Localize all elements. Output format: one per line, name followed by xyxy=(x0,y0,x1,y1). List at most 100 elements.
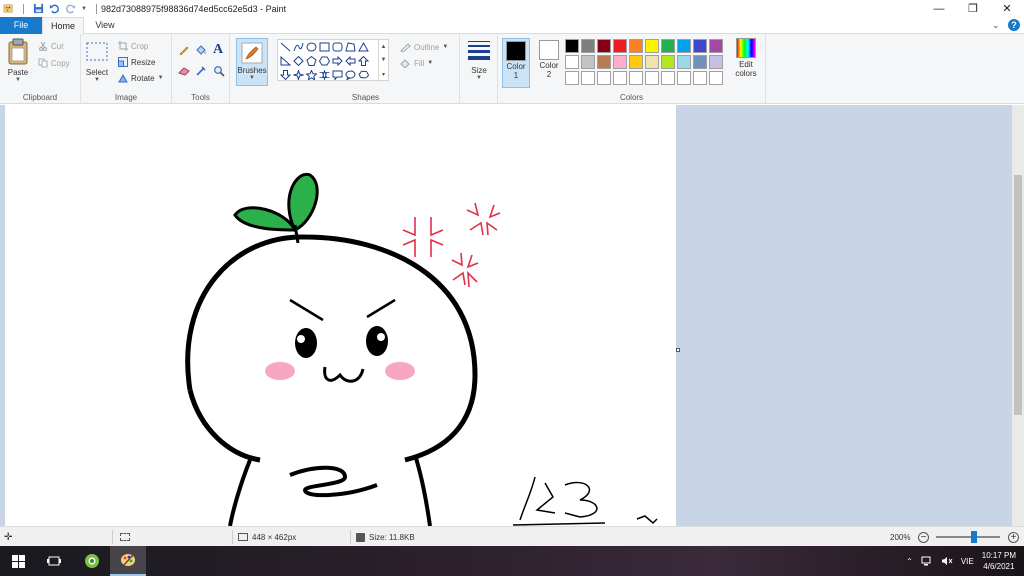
pentagon-shape-icon[interactable] xyxy=(306,56,317,66)
input-language-indicator[interactable]: VIE xyxy=(961,557,974,566)
line-shape-icon[interactable] xyxy=(280,42,291,52)
close-button[interactable]: ✕ xyxy=(990,0,1024,17)
rectangular-callout-shape-icon[interactable] xyxy=(332,70,343,80)
shapes-more-icon[interactable]: ▾ xyxy=(382,71,385,78)
palette-color-swatch[interactable] xyxy=(677,71,691,85)
cut-button[interactable]: Cut xyxy=(38,41,63,51)
palette-color-swatch[interactable] xyxy=(645,39,659,53)
zoom-slider-thumb[interactable] xyxy=(971,531,977,543)
collapse-ribbon-chevron-icon[interactable]: ⌄ xyxy=(992,20,1002,30)
customize-qat-chevron-down-icon[interactable]: ▼ xyxy=(81,6,87,12)
four-point-star-shape-icon[interactable] xyxy=(293,70,304,80)
zoom-in-button[interactable]: + xyxy=(1008,532,1019,543)
show-hidden-icons-chevron-up-icon[interactable]: ⌃ xyxy=(906,557,913,566)
diamond-shape-icon[interactable] xyxy=(293,56,304,66)
palette-color-swatch[interactable] xyxy=(613,55,627,69)
fill-button[interactable]: Fill ▼ xyxy=(400,58,433,68)
vertical-scrollbar[interactable] xyxy=(1012,105,1024,526)
shapes-scroll[interactable]: ▲ ▼ ▾ xyxy=(378,40,388,82)
palette-color-swatch[interactable] xyxy=(581,39,595,53)
zoom-out-button[interactable]: − xyxy=(918,532,929,543)
color1-button[interactable]: Color 1 xyxy=(502,38,530,88)
palette-color-swatch[interactable] xyxy=(693,39,707,53)
palette-color-swatch[interactable] xyxy=(661,71,675,85)
polygon-shape-icon[interactable] xyxy=(345,42,356,52)
rotate-button[interactable]: Rotate ▼ xyxy=(118,73,164,83)
minimize-button[interactable]: — xyxy=(922,0,956,17)
rounded-rectangle-shape-icon[interactable] xyxy=(332,42,343,52)
palette-color-swatch[interactable] xyxy=(597,39,611,53)
undo-icon[interactable] xyxy=(49,3,60,14)
palette-color-swatch[interactable] xyxy=(629,39,643,53)
palette-color-swatch[interactable] xyxy=(709,39,723,53)
curve-shape-icon[interactable] xyxy=(293,42,304,52)
rectangle-shape-icon[interactable] xyxy=(319,42,330,52)
outline-button[interactable]: Outline ▼ xyxy=(400,42,448,52)
palette-color-swatch[interactable] xyxy=(613,39,627,53)
taskbar-clock[interactable]: 10:17 PM 4/6/2021 xyxy=(982,550,1016,572)
tab-view[interactable]: View xyxy=(86,17,124,34)
select-button[interactable]: Select ▼ xyxy=(85,38,109,83)
palette-color-swatch[interactable] xyxy=(613,71,627,85)
tab-file[interactable]: File xyxy=(0,17,42,34)
oval-callout-shape-icon[interactable] xyxy=(345,70,356,80)
palette-color-swatch[interactable] xyxy=(565,39,579,53)
start-button[interactable] xyxy=(0,546,36,576)
palette-color-swatch[interactable] xyxy=(629,71,643,85)
copy-button[interactable]: Copy xyxy=(38,58,70,68)
five-point-star-shape-icon[interactable] xyxy=(306,70,317,80)
down-arrow-shape-icon[interactable] xyxy=(280,70,291,80)
task-view-button[interactable] xyxy=(36,546,72,576)
palette-color-swatch[interactable] xyxy=(645,55,659,69)
save-icon[interactable] xyxy=(33,3,44,14)
network-icon[interactable] xyxy=(921,556,933,566)
paste-button[interactable]: Paste ▼ xyxy=(6,38,30,83)
shapes-scroll-up-icon[interactable]: ▲ xyxy=(381,44,387,50)
palette-color-swatch[interactable] xyxy=(709,55,723,69)
eraser-icon[interactable] xyxy=(178,65,190,77)
cloud-callout-shape-icon[interactable] xyxy=(358,70,369,80)
vertical-scrollbar-thumb[interactable] xyxy=(1014,175,1022,415)
brushes-button[interactable]: Brushes ▼ xyxy=(236,38,268,86)
oval-shape-icon[interactable] xyxy=(306,42,317,52)
right-arrow-shape-icon[interactable] xyxy=(332,56,343,66)
palette-color-swatch[interactable] xyxy=(661,55,675,69)
volume-muted-icon[interactable] xyxy=(941,556,953,566)
hexagon-shape-icon[interactable] xyxy=(319,56,330,66)
right-triangle-shape-icon[interactable] xyxy=(280,56,291,66)
palette-color-swatch[interactable] xyxy=(709,71,723,85)
fill-bucket-icon[interactable] xyxy=(195,44,207,56)
magnifier-icon[interactable] xyxy=(213,65,225,77)
resize-button[interactable]: Resize xyxy=(118,57,155,67)
redo-icon[interactable] xyxy=(65,3,76,14)
text-tool-icon[interactable]: A xyxy=(213,42,223,58)
palette-color-swatch[interactable] xyxy=(597,71,611,85)
edit-colors-button[interactable]: Edit colors xyxy=(733,38,759,78)
color2-button[interactable]: Color 2 xyxy=(535,38,563,88)
pencil-icon[interactable] xyxy=(178,44,190,56)
crop-button[interactable]: Crop xyxy=(118,41,148,51)
palette-color-swatch[interactable] xyxy=(629,55,643,69)
palette-color-swatch[interactable] xyxy=(677,55,691,69)
size-button[interactable]: Size ▼ xyxy=(464,38,494,81)
palette-color-swatch[interactable] xyxy=(597,55,611,69)
palette-color-swatch[interactable] xyxy=(677,39,691,53)
zoom-slider[interactable] xyxy=(936,531,1000,543)
six-point-star-shape-icon[interactable] xyxy=(319,70,330,80)
maximize-button[interactable]: ❐ xyxy=(956,0,990,17)
tab-home[interactable]: Home xyxy=(42,17,84,35)
up-arrow-shape-icon[interactable] xyxy=(358,56,369,66)
palette-color-swatch[interactable] xyxy=(645,71,659,85)
palette-color-swatch[interactable] xyxy=(661,39,675,53)
drawing-canvas[interactable] xyxy=(5,105,676,526)
palette-color-swatch[interactable] xyxy=(693,71,707,85)
canvas-resize-handle[interactable] xyxy=(676,348,680,352)
triangle-shape-icon[interactable] xyxy=(358,42,369,52)
taskbar-app-browser[interactable] xyxy=(74,546,110,576)
help-button[interactable]: ? xyxy=(1008,19,1020,31)
palette-color-swatch[interactable] xyxy=(565,55,579,69)
taskbar-app-paint[interactable] xyxy=(110,546,146,576)
palette-color-swatch[interactable] xyxy=(693,55,707,69)
palette-color-swatch[interactable] xyxy=(581,55,595,69)
color-picker-icon[interactable] xyxy=(195,65,207,77)
